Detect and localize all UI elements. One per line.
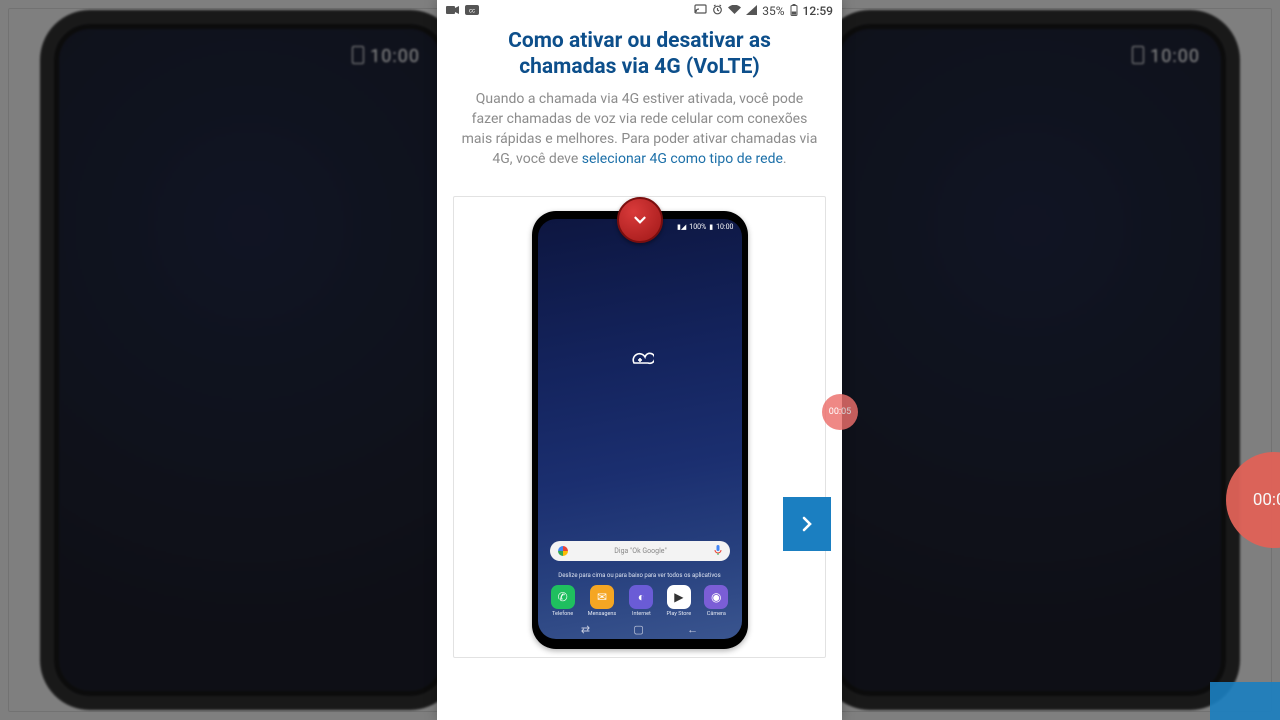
battery-icon: [790, 4, 798, 19]
video-recording-icon: [446, 4, 463, 18]
dock-app-mensagens[interactable]: ✉ Mensagens: [588, 585, 616, 617]
desc-period: .: [783, 151, 787, 167]
battery-percent: 35%: [762, 4, 784, 18]
dock-app-play store[interactable]: ▶ Play Store: [667, 585, 692, 617]
play store-icon: ▶: [667, 585, 691, 609]
next-step-button[interactable]: [783, 497, 831, 551]
cc-icon: cc: [465, 4, 479, 18]
chevron-right-icon: [798, 510, 816, 538]
nav-home-icon[interactable]: ▢: [633, 623, 643, 636]
câmera-icon: ◉: [704, 585, 728, 609]
dock-app-telefone[interactable]: ✆ Telefone: [551, 585, 575, 617]
android-status-bar: cc 35% 12:59: [437, 0, 842, 22]
dock-app-internet[interactable]: ◐ Internet: [629, 585, 653, 617]
svg-text:cc: cc: [469, 9, 475, 15]
status-clock: 12:59: [803, 4, 833, 18]
dock-app-label: Câmera: [707, 611, 726, 617]
mic-icon: [714, 545, 722, 557]
status-left-icons: cc: [445, 4, 480, 18]
recorder-bubble-small[interactable]: 00:05: [822, 394, 858, 430]
signal-icon: [746, 4, 757, 18]
android-nav-bar: ⇄ ▢ ←: [538, 623, 742, 636]
google-search-bar[interactable]: Diga "Ok Google": [550, 541, 730, 561]
page-description: Quando a chamada via 4G estiver ativada,…: [437, 85, 842, 170]
nav-recents-icon[interactable]: ⇄: [581, 623, 590, 636]
page-title: Como ativar ou desativar as chamadas via…: [437, 22, 842, 85]
internet-icon: ◐: [629, 585, 653, 609]
alarm-icon: [712, 4, 723, 18]
cast-icon: [694, 4, 707, 18]
mensagens-icon: ✉: [590, 585, 614, 609]
status-right-icons: 35% 12:59: [693, 4, 834, 19]
illustration-phone: ▮◢ 100% ▮ 10:00 Diga "Ok Google": [532, 211, 748, 649]
pull-down-indicator[interactable]: [617, 197, 663, 243]
illustration-screen: ▮◢ 100% ▮ 10:00 Diga "Ok Google": [538, 219, 742, 639]
google-logo-icon: [558, 546, 568, 556]
dock-app-label: Mensagens: [588, 611, 616, 617]
dock-app-câmera[interactable]: ◉ Câmera: [704, 585, 728, 617]
telefone-icon: ✆: [551, 585, 575, 609]
recorder-elapsed: 00:05: [829, 407, 851, 417]
bottom-right-accent: [1210, 682, 1280, 720]
instruction-card: ▮◢ 100% ▮ 10:00 Diga "Ok Google": [453, 196, 826, 658]
select-4g-link[interactable]: selecionar 4G como tipo de rede: [582, 151, 783, 167]
app-drawer-hint: Deslize para cima ou para baixo para ver…: [538, 572, 742, 579]
nav-back-icon[interactable]: ←: [687, 623, 698, 636]
app-dock: ✆ Telefone ✉ Mensagens ◐ Internet ▶ Play Store ◉…: [538, 585, 742, 617]
device-screenshot: cc 35% 12:59: [437, 0, 842, 720]
dock-app-label: Play Store: [667, 611, 692, 617]
dock-app-label: Telefone: [552, 611, 573, 617]
weather-widget-icon: [626, 347, 654, 367]
dock-app-label: Internet: [632, 611, 651, 617]
wifi-icon: [728, 4, 741, 18]
search-placeholder: Diga "Ok Google": [614, 547, 666, 555]
recorder-elapsed-large: 00:05: [1253, 490, 1280, 510]
